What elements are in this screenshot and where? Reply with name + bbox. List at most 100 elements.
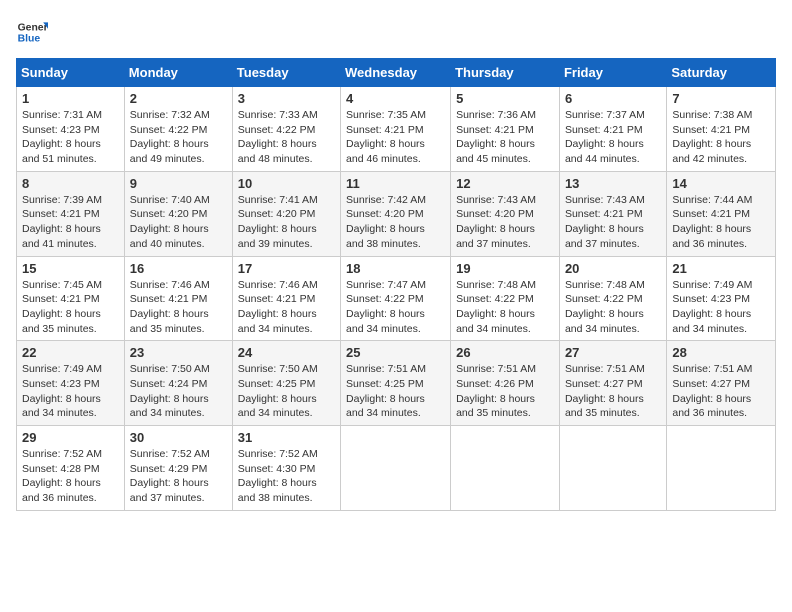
day-number: 10 — [238, 176, 335, 191]
day-info: Sunrise: 7:37 AMSunset: 4:21 PMDaylight:… — [565, 109, 645, 165]
day-number: 5 — [456, 91, 554, 106]
day-cell: 14 Sunrise: 7:44 AMSunset: 4:21 PMDayligh… — [667, 171, 776, 256]
weekday-thursday: Thursday — [451, 59, 560, 87]
day-info: Sunrise: 7:52 AMSunset: 4:30 PMDaylight:… — [238, 448, 318, 504]
day-cell — [667, 426, 776, 511]
day-cell: 17 Sunrise: 7:46 AMSunset: 4:21 PMDayligh… — [232, 256, 340, 341]
day-cell: 23 Sunrise: 7:50 AMSunset: 4:24 PMDayligh… — [124, 341, 232, 426]
week-row-2: 8 Sunrise: 7:39 AMSunset: 4:21 PMDaylight… — [17, 171, 776, 256]
day-cell: 19 Sunrise: 7:48 AMSunset: 4:22 PMDayligh… — [451, 256, 560, 341]
day-number: 19 — [456, 261, 554, 276]
weekday-friday: Friday — [559, 59, 666, 87]
day-info: Sunrise: 7:41 AMSunset: 4:20 PMDaylight:… — [238, 194, 318, 250]
day-number: 23 — [130, 345, 227, 360]
calendar-body: 1Sunrise: 7:31 AMSunset: 4:23 PMDaylight… — [17, 87, 776, 511]
day-number: 30 — [130, 430, 227, 445]
logo: General Blue — [16, 16, 48, 48]
day-number: 2 — [130, 91, 227, 106]
day-info: Sunrise: 7:38 AMSunset: 4:21 PMDaylight:… — [672, 109, 752, 165]
day-info: Sunrise: 7:32 AMSunset: 4:22 PMDaylight:… — [130, 109, 210, 165]
day-number: 31 — [238, 430, 335, 445]
day-cell: 25Sunrise: 7:51 AMSunset: 4:25 PMDayligh… — [341, 341, 451, 426]
day-cell: 30 Sunrise: 7:52 AMSunset: 4:29 PMDayligh… — [124, 426, 232, 511]
svg-text:General: General — [18, 22, 48, 33]
day-cell: 5 Sunrise: 7:36 AMSunset: 4:21 PMDaylight… — [451, 87, 560, 172]
weekday-wednesday: Wednesday — [341, 59, 451, 87]
day-number: 3 — [238, 91, 335, 106]
day-cell: 31 Sunrise: 7:52 AMSunset: 4:30 PMDayligh… — [232, 426, 340, 511]
day-info: Sunrise: 7:52 AMSunset: 4:29 PMDaylight:… — [130, 448, 210, 504]
day-info: Sunrise: 7:51 AMSunset: 4:26 PMDaylight:… — [456, 363, 536, 419]
day-info: Sunrise: 7:44 AMSunset: 4:21 PMDaylight:… — [672, 194, 752, 250]
day-info: Sunrise: 7:50 AMSunset: 4:25 PMDaylight:… — [238, 363, 318, 419]
day-info: Sunrise: 7:46 AMSunset: 4:21 PMDaylight:… — [130, 279, 210, 335]
day-info: Sunrise: 7:40 AMSunset: 4:20 PMDaylight:… — [130, 194, 210, 250]
day-number: 29 — [22, 430, 119, 445]
day-info: Sunrise: 7:52 AMSunset: 4:28 PMDaylight:… — [22, 448, 102, 504]
day-cell: 12 Sunrise: 7:43 AMSunset: 4:20 PMDayligh… — [451, 171, 560, 256]
day-info: Sunrise: 7:43 AMSunset: 4:21 PMDaylight:… — [565, 194, 645, 250]
week-row-3: 15Sunrise: 7:45 AMSunset: 4:21 PMDayligh… — [17, 256, 776, 341]
day-info: Sunrise: 7:42 AMSunset: 4:20 PMDaylight:… — [346, 194, 426, 250]
weekday-monday: Monday — [124, 59, 232, 87]
day-number: 27 — [565, 345, 661, 360]
day-cell — [559, 426, 666, 511]
day-number: 12 — [456, 176, 554, 191]
day-cell — [341, 426, 451, 511]
day-info: Sunrise: 7:47 AMSunset: 4:22 PMDaylight:… — [346, 279, 426, 335]
day-info: Sunrise: 7:45 AMSunset: 4:21 PMDaylight:… — [22, 279, 102, 335]
day-cell: 3Sunrise: 7:33 AMSunset: 4:22 PMDaylight… — [232, 87, 340, 172]
day-cell: 9Sunrise: 7:40 AMSunset: 4:20 PMDaylight… — [124, 171, 232, 256]
weekday-sunday: Sunday — [17, 59, 125, 87]
day-cell: 24 Sunrise: 7:50 AMSunset: 4:25 PMDayligh… — [232, 341, 340, 426]
calendar-table: SundayMondayTuesdayWednesdayThursdayFrid… — [16, 58, 776, 511]
day-number: 24 — [238, 345, 335, 360]
day-cell: 2 Sunrise: 7:32 AMSunset: 4:22 PMDaylight… — [124, 87, 232, 172]
weekday-tuesday: Tuesday — [232, 59, 340, 87]
day-number: 22 — [22, 345, 119, 360]
day-cell: 26 Sunrise: 7:51 AMSunset: 4:26 PMDayligh… — [451, 341, 560, 426]
day-number: 20 — [565, 261, 661, 276]
day-cell: 18 Sunrise: 7:47 AMSunset: 4:22 PMDayligh… — [341, 256, 451, 341]
day-cell: 11 Sunrise: 7:42 AMSunset: 4:20 PMDayligh… — [341, 171, 451, 256]
day-info: Sunrise: 7:50 AMSunset: 4:24 PMDaylight:… — [130, 363, 210, 419]
day-number: 25 — [346, 345, 445, 360]
day-cell: 22 Sunrise: 7:49 AMSunset: 4:23 PMDayligh… — [17, 341, 125, 426]
day-number: 17 — [238, 261, 335, 276]
day-cell: 16 Sunrise: 7:46 AMSunset: 4:21 PMDayligh… — [124, 256, 232, 341]
svg-text:Blue: Blue — [18, 34, 41, 45]
day-info: Sunrise: 7:46 AMSunset: 4:21 PMDaylight:… — [238, 279, 318, 335]
day-info: Sunrise: 7:35 AMSunset: 4:21 PMDaylight:… — [346, 109, 426, 165]
day-info: Sunrise: 7:36 AMSunset: 4:21 PMDaylight:… — [456, 109, 536, 165]
day-info: Sunrise: 7:51 AMSunset: 4:27 PMDaylight:… — [565, 363, 645, 419]
day-number: 11 — [346, 176, 445, 191]
day-cell: 15Sunrise: 7:45 AMSunset: 4:21 PMDayligh… — [17, 256, 125, 341]
day-number: 18 — [346, 261, 445, 276]
day-info: Sunrise: 7:51 AMSunset: 4:27 PMDaylight:… — [672, 363, 752, 419]
header: General Blue — [16, 16, 776, 48]
day-cell: 27 Sunrise: 7:51 AMSunset: 4:27 PMDayligh… — [559, 341, 666, 426]
day-number: 4 — [346, 91, 445, 106]
day-cell: 8 Sunrise: 7:39 AMSunset: 4:21 PMDaylight… — [17, 171, 125, 256]
day-info: Sunrise: 7:49 AMSunset: 4:23 PMDaylight:… — [672, 279, 752, 335]
day-number: 13 — [565, 176, 661, 191]
day-number: 14 — [672, 176, 770, 191]
day-cell: 7Sunrise: 7:38 AMSunset: 4:21 PMDaylight… — [667, 87, 776, 172]
weekday-header-row: SundayMondayTuesdayWednesdayThursdayFrid… — [17, 59, 776, 87]
day-number: 8 — [22, 176, 119, 191]
day-cell: 10 Sunrise: 7:41 AMSunset: 4:20 PMDayligh… — [232, 171, 340, 256]
day-info: Sunrise: 7:39 AMSunset: 4:21 PMDaylight:… — [22, 194, 102, 250]
day-info: Sunrise: 7:48 AMSunset: 4:22 PMDaylight:… — [456, 279, 536, 335]
week-row-4: 22 Sunrise: 7:49 AMSunset: 4:23 PMDayligh… — [17, 341, 776, 426]
day-number: 16 — [130, 261, 227, 276]
day-info: Sunrise: 7:48 AMSunset: 4:22 PMDaylight:… — [565, 279, 645, 335]
day-number: 26 — [456, 345, 554, 360]
day-cell: 4 Sunrise: 7:35 AMSunset: 4:21 PMDaylight… — [341, 87, 451, 172]
day-info: Sunrise: 7:43 AMSunset: 4:20 PMDaylight:… — [456, 194, 536, 250]
day-number: 21 — [672, 261, 770, 276]
day-cell: 13 Sunrise: 7:43 AMSunset: 4:21 PMDayligh… — [559, 171, 666, 256]
day-info: Sunrise: 7:49 AMSunset: 4:23 PMDaylight:… — [22, 363, 102, 419]
week-row-1: 1Sunrise: 7:31 AMSunset: 4:23 PMDaylight… — [17, 87, 776, 172]
week-row-5: 29 Sunrise: 7:52 AMSunset: 4:28 PMDayligh… — [17, 426, 776, 511]
day-number: 6 — [565, 91, 661, 106]
